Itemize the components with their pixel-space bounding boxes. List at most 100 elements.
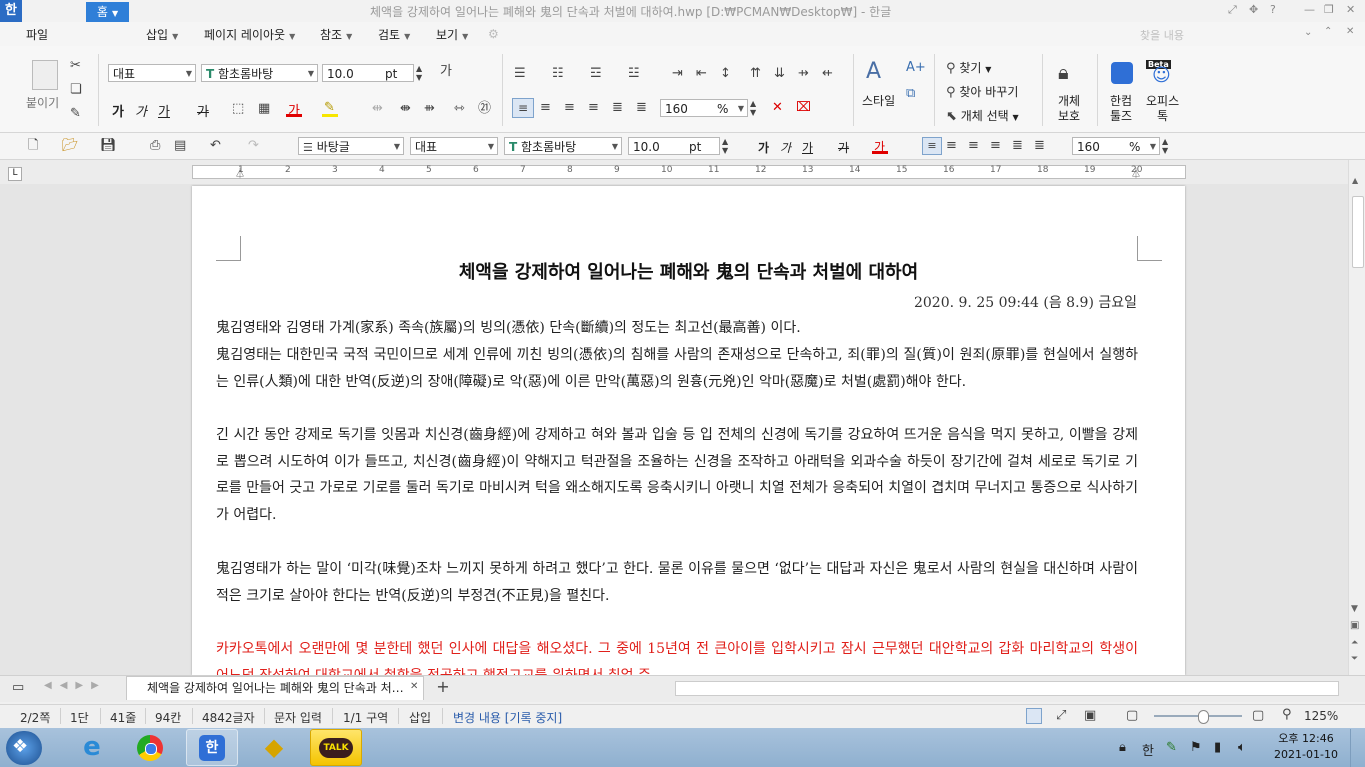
menu-view[interactable]: 보기 ▼ (436, 26, 468, 43)
status-input-mode[interactable]: 문자 입력 (274, 709, 322, 726)
split-align-icon[interactable]: ≣ (636, 100, 647, 116)
find-button[interactable]: ⚲ 찾기 ▼ (946, 59, 991, 77)
outline-list-icon[interactable]: ☳ (628, 66, 640, 82)
toolbar-split-align-icon[interactable]: ≣ (1034, 138, 1045, 154)
toolbar-align-right-icon[interactable]: ≡ (990, 138, 1001, 154)
preview-icon[interactable]: ▤ (174, 138, 186, 154)
reduce-spacing-icon[interactable]: ⇼ (400, 101, 411, 117)
new-tab-page-icon[interactable]: ▭ (12, 680, 24, 696)
left-indent-icon[interactable]: ⇸ (798, 66, 809, 82)
scroll-page-icon[interactable]: ▣ (1350, 620, 1359, 631)
horizontal-scrollbar[interactable] (675, 681, 1339, 696)
internet-explorer-button[interactable]: e (66, 729, 118, 766)
toolbar-bold-button[interactable]: 가 (758, 139, 769, 156)
char-shape-icon[interactable]: 가 (440, 64, 452, 80)
bold-button[interactable]: 가 (112, 101, 124, 120)
layout-icon[interactable]: ✥ (1249, 3, 1258, 16)
outdent-icon[interactable]: ⇤ (696, 66, 707, 82)
toolbar-style-select[interactable]: 대표 ▼ (410, 137, 498, 155)
next-page-icon[interactable]: ⏷ (1351, 654, 1358, 664)
network-tray-icon[interactable]: ▮ (1214, 740, 1221, 755)
search-input[interactable]: 찾을 내용 (1140, 27, 1184, 43)
toolbar-distribute-icon[interactable]: ≣ (1012, 138, 1023, 154)
style-button[interactable]: 스타일 (862, 92, 895, 109)
right-indent-icon[interactable]: ⇷ (822, 66, 833, 82)
chevron-down-icon[interactable]: ⌄ (1304, 27, 1312, 38)
close-icon[interactable]: ✕ (1346, 3, 1355, 16)
para-after-icon[interactable]: ⇊ (774, 66, 785, 82)
document-tab[interactable]: 체액을 강제하여 일어나는 폐해와 鬼의 단속과 처… (126, 676, 424, 700)
flag-tray-icon[interactable]: ⚑ (1190, 740, 1202, 755)
widen-spacing-icon[interactable]: ⇻ (424, 101, 435, 117)
toolbar-font-size-spinner[interactable]: ▲ ▼ (722, 137, 728, 155)
cut-icon[interactable]: ✂ (70, 58, 81, 74)
enclosed-char-icon[interactable]: ㉑ (478, 101, 491, 117)
zoom-slider-thumb[interactable] (1198, 710, 1210, 724)
paste-icon[interactable] (32, 60, 58, 90)
zoom-fit-icon[interactable]: ▢ (1126, 708, 1138, 724)
restore-icon[interactable]: ❐ (1324, 3, 1334, 16)
toolbar-italic-button[interactable]: 가 (780, 139, 791, 156)
numbered-list-icon[interactable]: ☷ (552, 66, 564, 82)
print-icon[interactable]: ⎙ (150, 138, 160, 154)
right-indent-marker-icon[interactable]: ⏃ (1131, 165, 1141, 180)
menu-reference[interactable]: 참조 ▼ (320, 26, 352, 43)
status-insert-mode[interactable]: 삽입 (409, 709, 431, 726)
style-gallery-icon[interactable]: A (866, 60, 881, 84)
distribute-icon[interactable]: ≣ (612, 100, 623, 116)
control-panel-button[interactable]: ◆ (248, 729, 300, 766)
zoom-page-icon[interactable]: ▢ (1252, 708, 1264, 724)
hangul-taskbar-button[interactable]: 한 (186, 729, 238, 766)
office-talk-icon[interactable]: ☺ (1152, 67, 1171, 85)
paste-button[interactable]: 붙이기 (26, 94, 59, 111)
document-page[interactable]: 체액을 강제하여 일어나는 폐해와 鬼의 단속과 처벌에 대하여 2020. 9… (192, 186, 1185, 675)
char-spacing-icon[interactable]: ⇹ (372, 101, 383, 117)
add-style-icon[interactable]: A+ (906, 60, 926, 76)
font-size-spinner[interactable]: ▲ ▼ (416, 64, 422, 82)
open-folder-icon[interactable]: 📂︎ (62, 138, 79, 154)
ime-indicator[interactable]: 한 (1142, 740, 1154, 759)
new-document-icon[interactable]: 🗋︎ (28, 138, 38, 154)
chevron-up-icon[interactable]: ⌃ (1324, 26, 1332, 37)
hangul-app-icon[interactable]: 한 (0, 0, 22, 22)
scroll-down-icon[interactable]: ▼ (1351, 604, 1358, 614)
toolbar-strikethrough-button[interactable]: 가 (838, 139, 849, 156)
format-paint-icon[interactable]: ✎ (70, 106, 81, 122)
line-spacing-field[interactable]: 160% ▼ (660, 99, 748, 117)
lock-icon[interactable]: 🔒︎ (1058, 60, 1069, 84)
scrollbar-thumb[interactable] (1352, 196, 1364, 268)
save-icon[interactable]: 💾︎ (100, 138, 117, 154)
toolbar-line-spacing-field[interactable]: 160% ▼ (1072, 137, 1160, 155)
toolbar-underline-button[interactable]: 가 (802, 139, 813, 156)
status-zoom[interactable]: 125% (1304, 709, 1338, 723)
border-icon[interactable]: ▦ (258, 101, 270, 117)
menu-page-layout[interactable]: 페이지 레이아웃 ▼ (204, 26, 295, 43)
tab-stop-icon[interactable]: L (8, 167, 22, 181)
chrome-button[interactable] (124, 729, 176, 766)
tab-navigation-icons[interactable]: ◀◀▶▶ (44, 680, 107, 691)
undo-icon[interactable]: ↶ (210, 138, 221, 154)
select-object-button[interactable]: ⬉ 개체 선택 ▼ (946, 107, 1019, 125)
align-right-icon[interactable]: ≡ (588, 100, 599, 116)
toolbar-align-center-icon[interactable]: ≡ (968, 138, 979, 154)
toolbar-align-left-icon[interactable]: ≡ (946, 138, 957, 154)
ruby-icon[interactable]: ⇿ (454, 101, 465, 117)
prev-page-icon[interactable]: ⏶ (1351, 638, 1358, 648)
align-left-icon[interactable]: ≡ (540, 100, 551, 116)
clear-format-icon[interactable]: ✕ (772, 100, 783, 116)
add-tab-button[interactable]: + (430, 677, 456, 699)
full-page-view-icon[interactable]: ⤢ (1056, 708, 1066, 724)
bullet-list-icon[interactable]: ☰ (514, 66, 526, 82)
minimize-icon[interactable]: — (1304, 3, 1315, 16)
indent-marker-icon[interactable]: ⏃ (235, 165, 245, 180)
strikethrough-button[interactable]: 가 (197, 101, 209, 120)
style-link-icon[interactable]: ⧉ (906, 86, 915, 102)
tab-close-icon[interactable]: ✕ (410, 681, 418, 692)
menu-insert[interactable]: 삽입 ▼ (146, 26, 178, 43)
font-size-field[interactable]: 10.0 pt (322, 64, 414, 82)
status-page[interactable]: 2/2쪽 (20, 709, 50, 726)
ribbon-close-icon[interactable]: ✕ (1346, 26, 1354, 37)
page-view-icon[interactable]: ▣ (1084, 708, 1096, 724)
underline-button[interactable]: 가 (158, 101, 170, 120)
lock-tray-icon[interactable]: 🔒︎ (1119, 740, 1126, 755)
